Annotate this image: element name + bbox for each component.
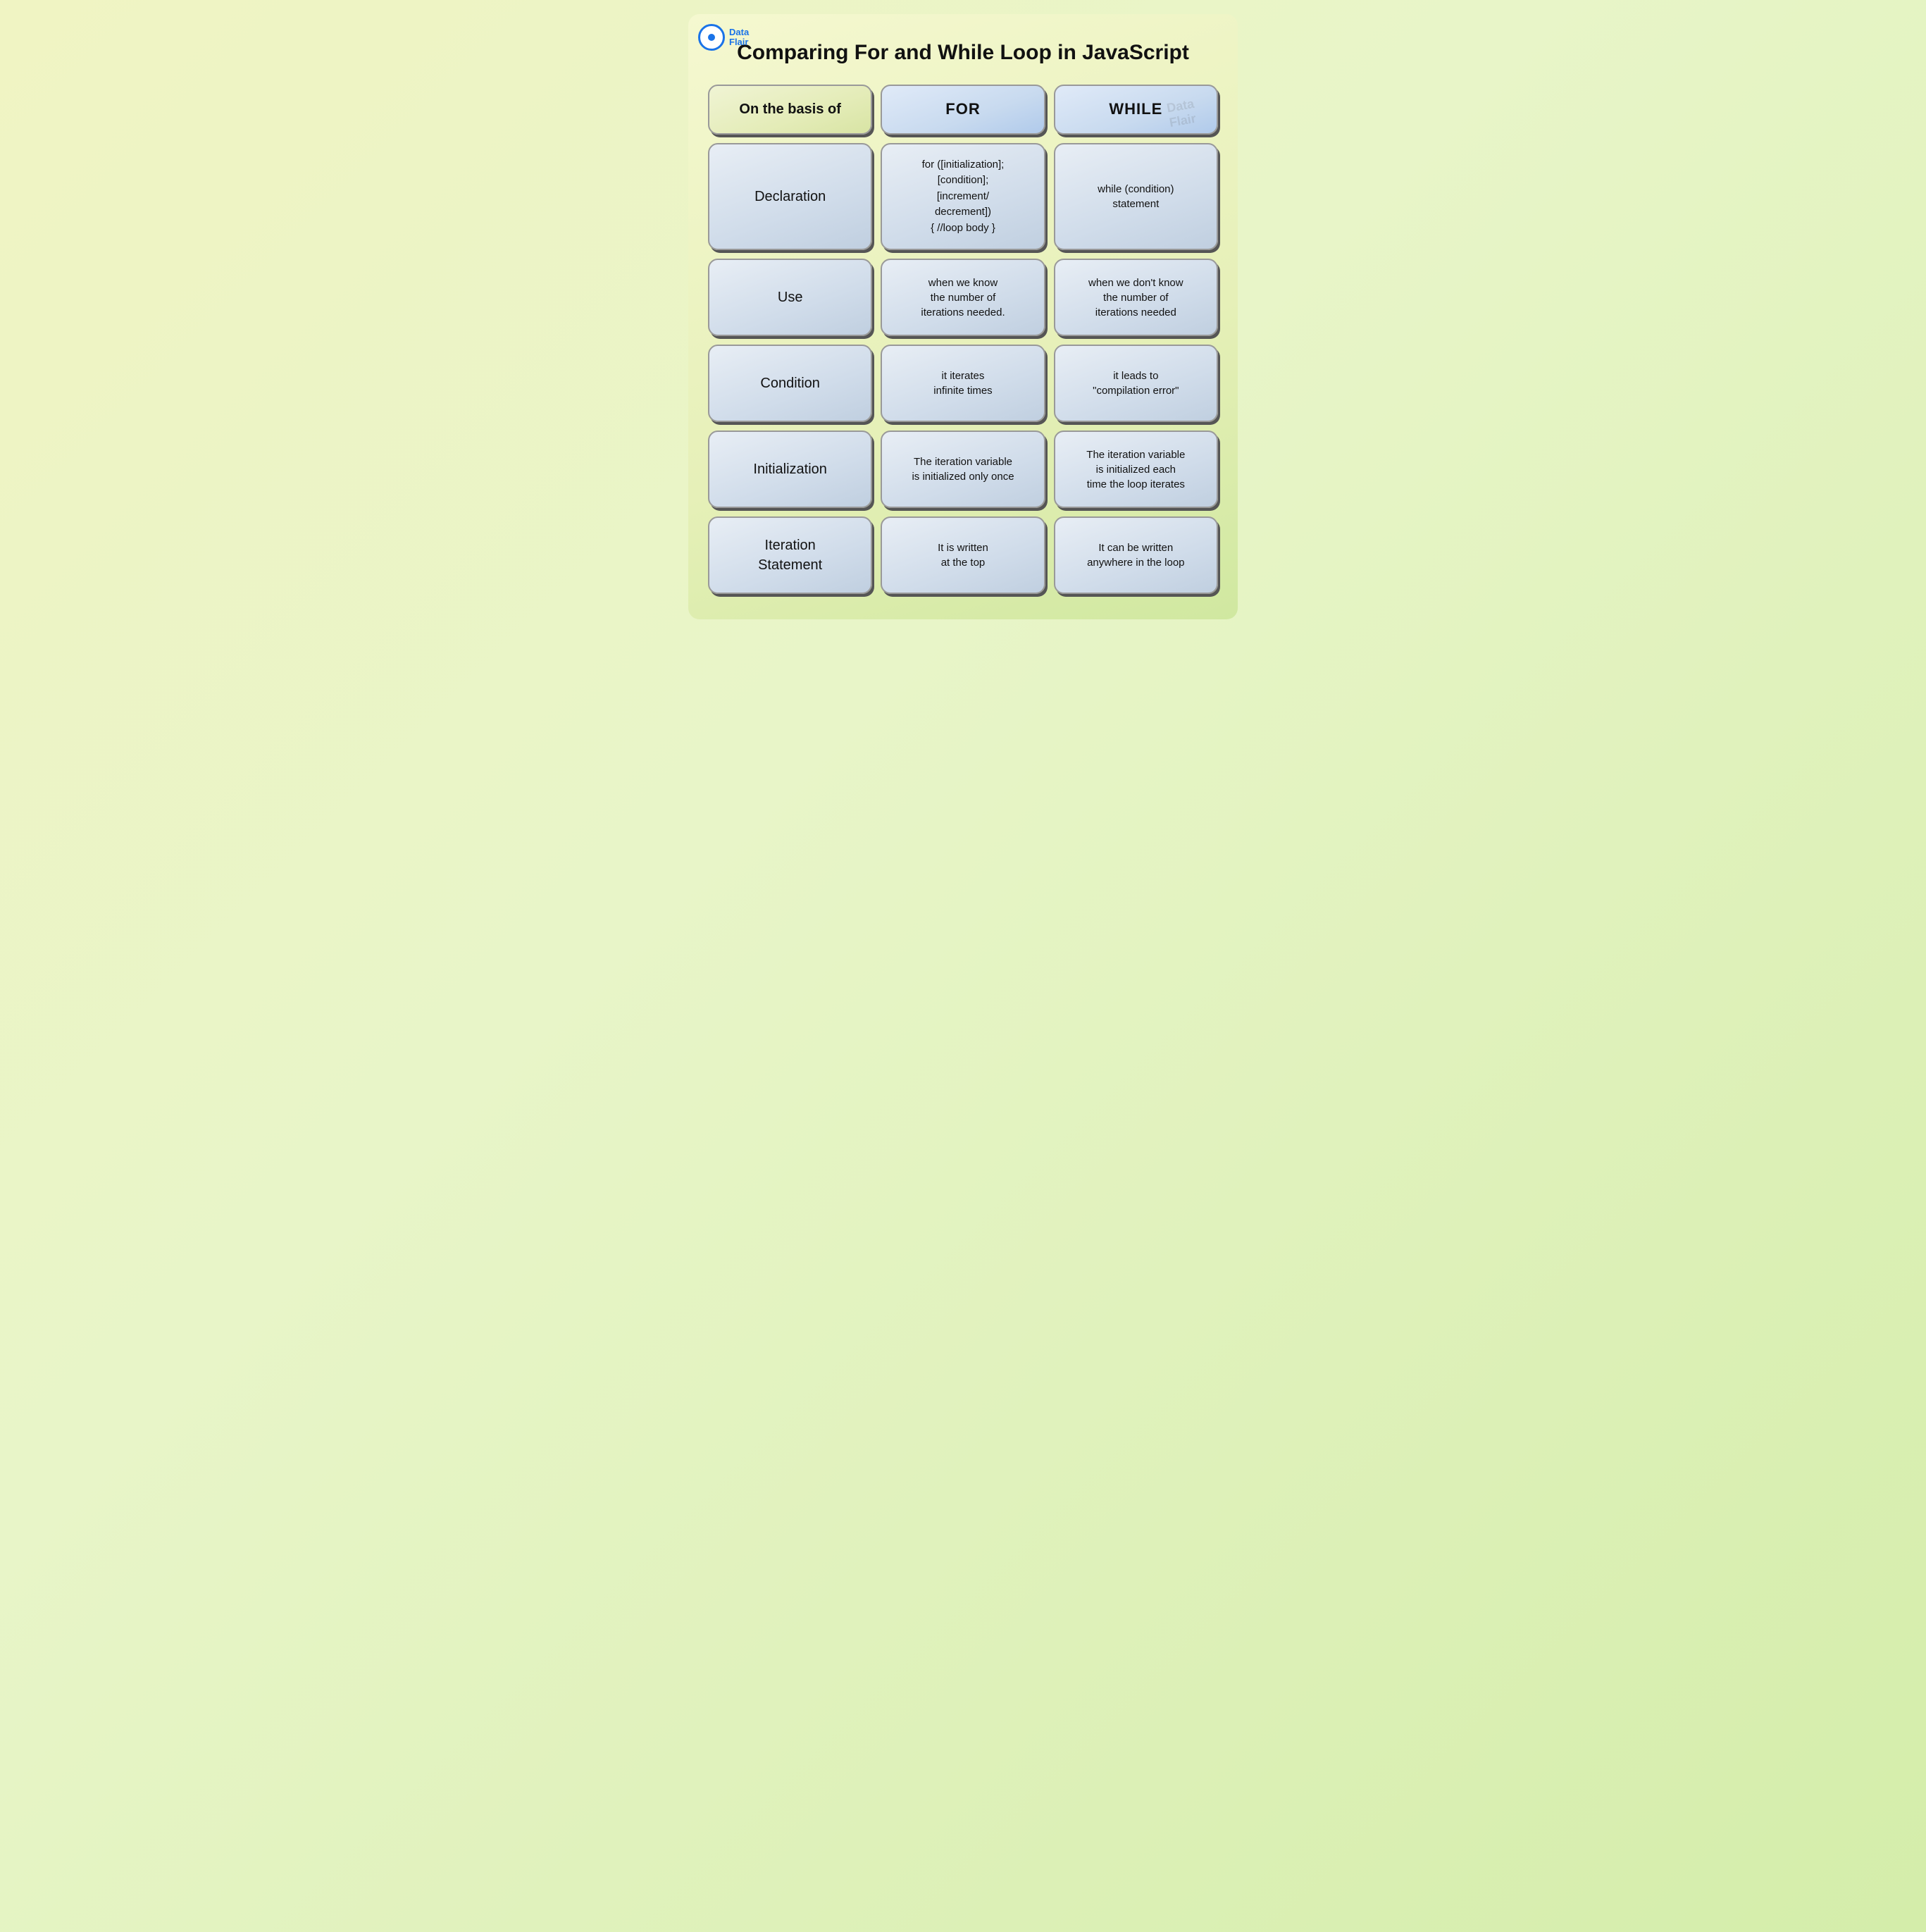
header-while: WHILE <box>1054 85 1218 135</box>
page-title: Comparing For and While Loop in JavaScri… <box>708 34 1218 65</box>
main-container: Data Flair DataFlair Comparing For and W… <box>688 14 1238 619</box>
logo: Data Flair <box>698 24 749 51</box>
row-while-condition: it leads to "compilation error" <box>1054 345 1218 422</box>
comparison-table: On the basis of FOR WHILE Declaration fo… <box>708 85 1218 594</box>
row-while-iteration: It can be written anywhere in the loop <box>1054 516 1218 594</box>
row-label-condition: Condition <box>708 345 872 422</box>
row-label-initialization: Initialization <box>708 431 872 508</box>
row-label-use: Use <box>708 259 872 336</box>
row-for-use: when we know the number of iterations ne… <box>881 259 1045 336</box>
row-while-declaration: while (condition) statement <box>1054 143 1218 251</box>
logo-icon <box>698 24 725 51</box>
row-while-initialization: The iteration variable is initialized ea… <box>1054 431 1218 508</box>
row-for-declaration: for ([initialization]; [condition]; [inc… <box>881 143 1045 251</box>
row-for-condition: it iterates infinite times <box>881 345 1045 422</box>
header-for: FOR <box>881 85 1045 135</box>
logo-text: Data Flair <box>729 27 749 48</box>
row-for-iteration: It is written at the top <box>881 516 1045 594</box>
row-label-iteration: Iteration Statement <box>708 516 872 594</box>
row-label-declaration: Declaration <box>708 143 872 251</box>
row-for-initialization: The iteration variable is initialized on… <box>881 431 1045 508</box>
row-while-use: when we don't know the number of iterati… <box>1054 259 1218 336</box>
header-basis: On the basis of <box>708 85 872 135</box>
